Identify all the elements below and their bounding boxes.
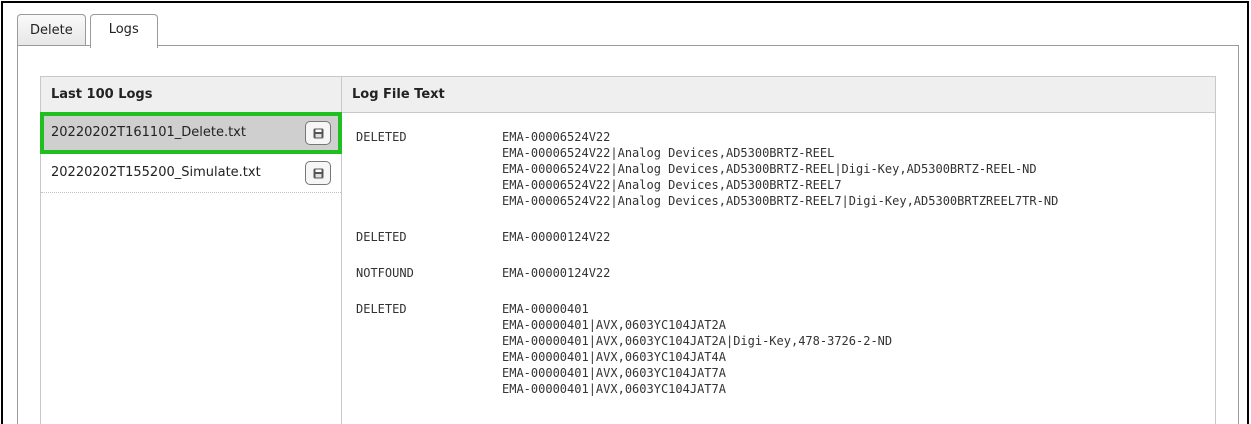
- log-status: NOTFOUND: [356, 266, 414, 280]
- log-lines: EMA-00006524V22 EMA-00006524V22|Analog De…: [502, 129, 1058, 209]
- log-lines: EMA-00000124V22: [502, 265, 610, 281]
- save-button[interactable]: [305, 121, 331, 145]
- log-lines: EMA-00000124V22: [502, 229, 610, 245]
- log-line: EMA-00000401|AVX,0603YC104JAT7A: [502, 382, 726, 396]
- log-entry: DELETED EMA-00000124V22: [342, 229, 1215, 245]
- log-line: EMA-00006524V22: [502, 130, 611, 144]
- log-file-row[interactable]: 20220202T155200_Simulate.txt: [41, 153, 341, 193]
- log-entry: DELETED EMA-00006524V22 EMA-00006524V22|A…: [342, 129, 1215, 209]
- save-button[interactable]: [305, 161, 331, 185]
- log-line: EMA-00000124V22: [502, 230, 611, 244]
- header-last-logs: Last 100 Logs: [51, 87, 153, 102]
- log-line: EMA-00000401|AVX,0603YC104JAT2A: [502, 318, 726, 332]
- log-file-name: 20220202T161101_Delete.txt: [51, 125, 246, 140]
- log-status: DELETED: [356, 302, 407, 316]
- log-line: EMA-00006524V22|Analog Devices,AD5300BRT…: [502, 178, 842, 192]
- log-line: EMA-00000401|AVX,0603YC104JAT2A|Digi-Key…: [502, 334, 893, 348]
- log-line: EMA-00000401|AVX,0603YC104JAT4A: [502, 350, 726, 364]
- log-line: EMA-00000124V22: [502, 266, 611, 280]
- log-file-name: 20220202T155200_Simulate.txt: [51, 165, 261, 180]
- tab-logs[interactable]: Logs: [89, 14, 158, 48]
- log-line: EMA-00006524V22|Analog Devices,AD5300BRT…: [502, 194, 1059, 208]
- log-status: DELETED: [356, 230, 407, 244]
- logs-panel: Last 100 Logs Log File Text 20220202T161…: [17, 45, 1239, 424]
- grid-header: Last 100 Logs Log File Text: [41, 77, 1215, 113]
- tab-bar: Delete Logs: [17, 14, 162, 48]
- log-line: EMA-00000401|AVX,0603YC104JAT7A: [502, 366, 726, 380]
- logs-grid: Last 100 Logs Log File Text 20220202T161…: [40, 76, 1216, 424]
- log-line: EMA-00006524V22|Analog Devices,AD5300BRT…: [502, 162, 1037, 176]
- log-line: EMA-00006524V22|Analog Devices,AD5300BRT…: [502, 146, 835, 160]
- log-file-text: DELETED EMA-00006524V22 EMA-00006524V22|A…: [342, 113, 1215, 424]
- log-status: DELETED: [356, 130, 407, 144]
- tab-delete[interactable]: Delete: [17, 14, 86, 46]
- header-log-file-text: Log File Text: [352, 87, 445, 102]
- log-file-row[interactable]: 20220202T161101_Delete.txt: [40, 112, 342, 154]
- log-file-list: 20220202T161101_Delete.txt 20220202T1552…: [40, 112, 342, 193]
- log-entry: DELETED EMA-00000401 EMA-00000401|AVX,060…: [342, 301, 1215, 397]
- log-line: EMA-00000401: [502, 302, 589, 316]
- save-icon: [313, 168, 323, 178]
- log-lines: EMA-00000401 EMA-00000401|AVX,0603YC104JA…: [502, 301, 892, 397]
- log-entry: NOTFOUND EMA-00000124V22: [342, 265, 1215, 281]
- save-icon: [313, 128, 323, 138]
- tab-logs-label: Logs: [108, 22, 139, 37]
- window-frame: Delete Logs Last 100 Logs Log File Text …: [1, 1, 1249, 424]
- tab-delete-label: Delete: [30, 23, 73, 38]
